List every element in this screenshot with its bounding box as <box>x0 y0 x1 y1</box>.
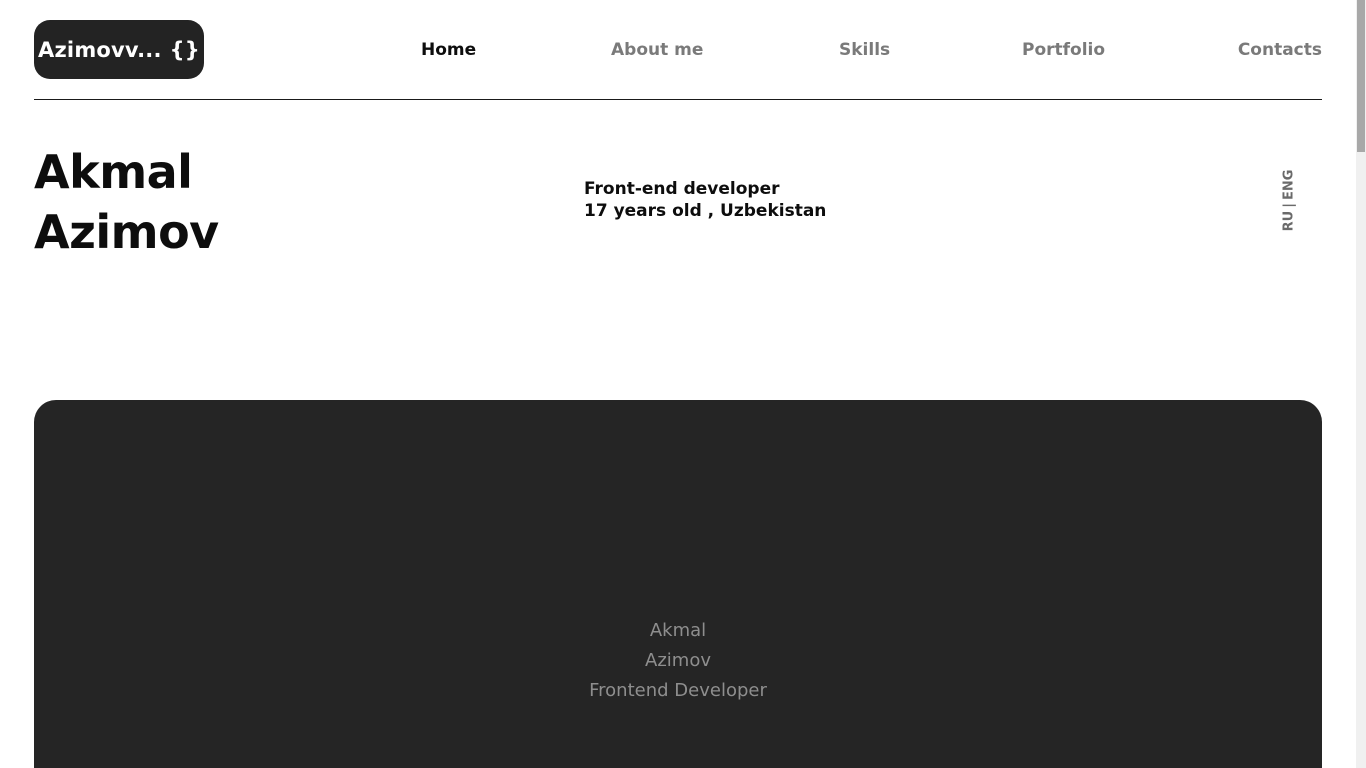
nav-link-home[interactable]: Home <box>421 37 476 63</box>
lang-option-ru[interactable]: RU <box>1282 210 1297 231</box>
hero-details: 17 years old , Uzbekistan <box>584 201 827 221</box>
hero-name: Akmal Azimov <box>34 142 219 262</box>
site-header: Azimovv... {} Home About me Skills Portf… <box>34 0 1322 100</box>
hero-first-name: Akmal <box>34 145 193 199</box>
intro-card-text: Akmal Azimov Frontend Developer <box>34 616 1322 706</box>
scrollbar-thumb[interactable] <box>1357 0 1365 152</box>
logo-text: Azimovv... <box>38 37 162 62</box>
nav-link-about[interactable]: About me <box>611 37 703 63</box>
language-switcher-text: RU | ENG <box>1282 169 1297 231</box>
hero-last-name: Azimov <box>34 205 219 259</box>
intro-card: Akmal Azimov Frontend Developer <box>34 400 1322 768</box>
intro-card-last-name: Azimov <box>645 650 711 671</box>
page: Azimovv... {} Home About me Skills Portf… <box>0 0 1366 768</box>
nav-link-portfolio[interactable]: Portfolio <box>1022 37 1105 63</box>
intro-card-first-name: Akmal <box>649 620 707 641</box>
language-switcher: RU | ENG <box>1278 166 1300 234</box>
intro-card-role: Frontend Developer <box>589 680 767 701</box>
logo-braces: {} <box>169 37 200 62</box>
lang-option-eng[interactable]: ENG <box>1282 169 1297 199</box>
hero-info: Front-end developer 17 years old , Uzbek… <box>584 178 826 222</box>
nav-link-contacts[interactable]: Contacts <box>1238 37 1322 63</box>
page-scrollbar[interactable] <box>1356 0 1366 768</box>
logo-button[interactable]: Azimovv... {} <box>34 20 204 79</box>
hero-role: Front-end developer <box>584 179 780 199</box>
lang-separator: | <box>1281 202 1297 208</box>
nav-link-skills[interactable]: Skills <box>839 37 890 63</box>
